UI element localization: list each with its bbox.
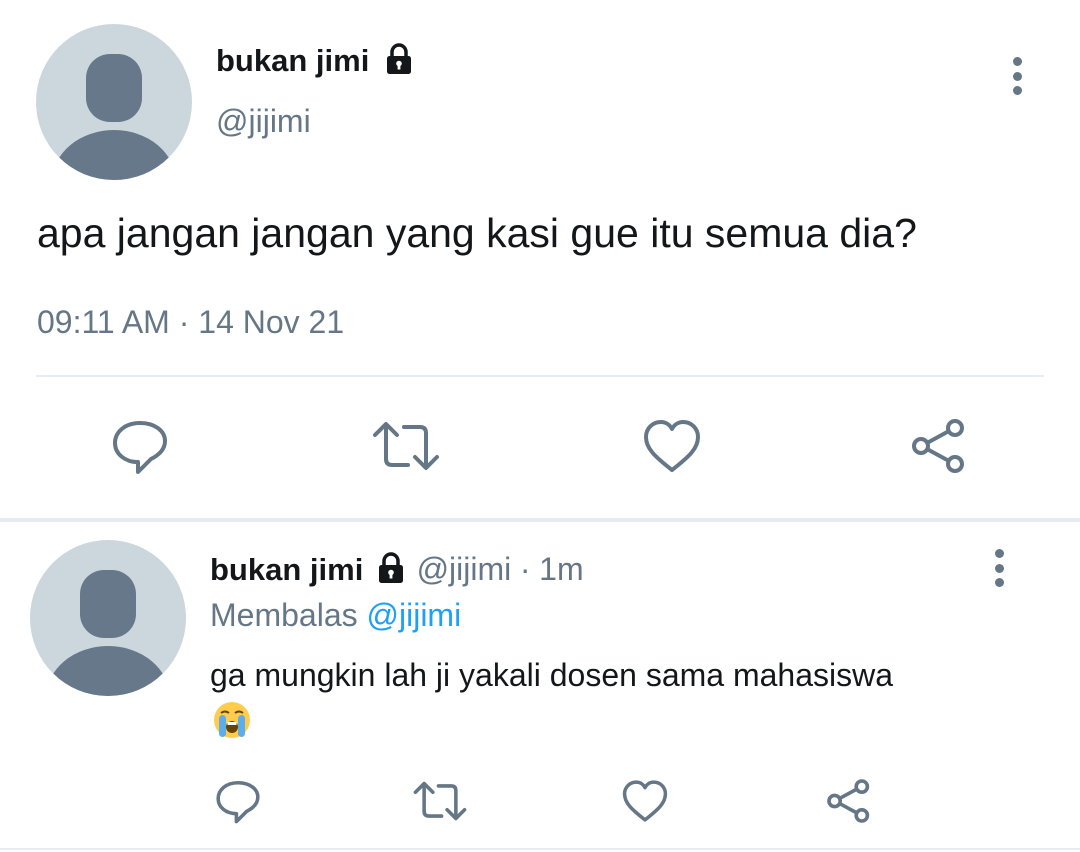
reply-reply-button[interactable]: [210, 773, 266, 829]
reply-tweet-text: ga mungkin lah ji yakali dosen sama maha…: [210, 657, 894, 693]
main-display-name[interactable]: bukan jimi: [216, 43, 369, 78]
retweet-icon: [373, 422, 439, 470]
heart-icon: [622, 780, 668, 822]
reply-retweet-button[interactable]: [412, 773, 468, 829]
reply-like-button[interactable]: [617, 773, 673, 829]
main-avatar[interactable]: [36, 24, 192, 180]
replying-to-mention[interactable]: @jijimi: [367, 597, 462, 633]
reply-display-name[interactable]: bukan jimi: [210, 552, 363, 587]
lock-icon: [378, 552, 403, 583]
default-avatar-icon: [46, 570, 170, 696]
main-like-button[interactable]: [636, 410, 708, 482]
main-divider: [36, 375, 1044, 377]
section-divider: [0, 518, 1080, 522]
main-tweet-text: apa jangan jangan yang kasi gue itu semu…: [37, 210, 917, 256]
reply-share-button[interactable]: [821, 773, 877, 829]
main-time: 09:11 AM: [37, 304, 170, 340]
main-share-button[interactable]: [903, 410, 975, 482]
main-date: 14 Nov 21: [198, 304, 345, 340]
lock-icon: [386, 43, 411, 74]
replying-to-line: Membalas @jijimi: [210, 596, 461, 634]
heart-icon: [644, 420, 700, 472]
main-timestamp: 09:11 AM · 14 Nov 21: [37, 302, 344, 342]
bottom-divider: [0, 848, 1080, 850]
reply-icon: [113, 421, 167, 474]
share-icon: [827, 779, 870, 823]
default-avatar-icon: [52, 54, 176, 180]
reply-more-button[interactable]: [988, 549, 1010, 587]
main-retweet-button[interactable]: [370, 410, 442, 482]
replying-prefix: Membalas: [210, 597, 358, 633]
reply-age: 1m: [539, 551, 584, 587]
reply-icon: [216, 780, 260, 824]
retweet-icon: [413, 781, 467, 821]
reply-separator: ·: [519, 551, 531, 587]
reply-author-row[interactable]: bukan jimi @jijimi · 1m: [210, 550, 584, 589]
main-more-button[interactable]: [1006, 57, 1028, 95]
main-handle[interactable]: @jijimi: [216, 102, 311, 140]
timestamp-separator: ·: [178, 304, 190, 340]
main-author-row[interactable]: bukan jimi: [216, 42, 416, 80]
reply-avatar[interactable]: [30, 540, 186, 696]
loudly-crying-face-emoji: [212, 700, 252, 740]
reply-handle[interactable]: @jijimi: [417, 551, 512, 587]
main-reply-button[interactable]: [104, 410, 176, 482]
more-vertical-icon: [1012, 57, 1022, 66]
share-icon: [912, 419, 964, 473]
more-vertical-icon: [994, 549, 1004, 558]
